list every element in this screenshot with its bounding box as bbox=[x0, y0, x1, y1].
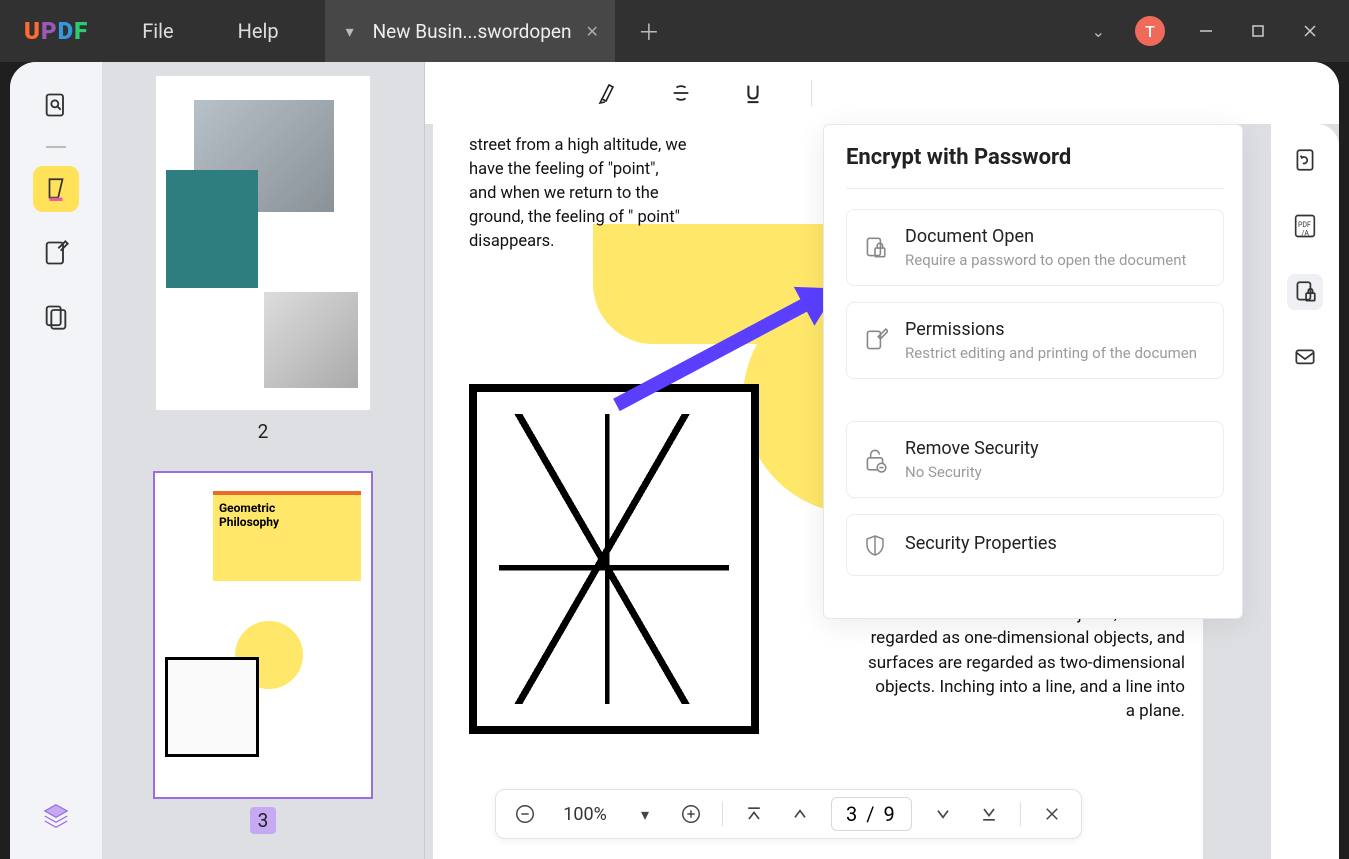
separator bbox=[46, 146, 66, 148]
remove-security-title: Remove Security bbox=[905, 438, 1039, 459]
remove-security-option[interactable]: Remove Security No Security bbox=[846, 421, 1224, 498]
last-page-button[interactable] bbox=[974, 799, 1004, 829]
thumbnail-label-2: 2 bbox=[130, 420, 396, 443]
document-open-title: Document Open bbox=[905, 226, 1186, 247]
user-avatar[interactable]: T bbox=[1135, 16, 1165, 46]
window-close-button[interactable] bbox=[1299, 20, 1321, 42]
encrypt-panel-title: Encrypt with Password bbox=[846, 145, 1224, 189]
security-properties-title: Security Properties bbox=[905, 533, 1057, 554]
encrypt-panel: Encrypt with Password Document Open Requ… bbox=[823, 124, 1243, 619]
shield-icon bbox=[861, 531, 889, 559]
thumbnail-panel[interactable]: 2 Geometric Philosophy 3 bbox=[102, 62, 424, 859]
lock-document-icon bbox=[861, 234, 889, 262]
zoom-out-button[interactable] bbox=[510, 799, 540, 829]
window-maximize-button[interactable] bbox=[1247, 20, 1269, 42]
protect-icon[interactable] bbox=[1287, 274, 1323, 310]
zoom-dropdown-icon[interactable]: ▾ bbox=[630, 799, 660, 829]
permissions-icon bbox=[861, 327, 889, 355]
remove-security-desc: No Security bbox=[905, 463, 1039, 481]
security-properties-option[interactable]: Security Properties bbox=[846, 514, 1224, 576]
new-tab-button[interactable]: ＋ bbox=[629, 15, 669, 47]
document-open-option[interactable]: Document Open Require a password to open… bbox=[846, 209, 1224, 286]
thumbnail-page-2[interactable] bbox=[156, 76, 370, 410]
app-menu-dropdown-icon[interactable]: ⌄ bbox=[1092, 22, 1105, 41]
tab-title: New Busin...swordopen bbox=[373, 20, 572, 43]
thumbnail-label-3: 3 bbox=[130, 809, 396, 832]
thumb3-title: Geometric Philosophy bbox=[219, 501, 279, 529]
next-page-button[interactable] bbox=[928, 799, 958, 829]
svg-text:PDF: PDF bbox=[1298, 221, 1311, 229]
menu-file[interactable]: File bbox=[142, 19, 173, 43]
thumbnail-page-3[interactable]: Geometric Philosophy bbox=[153, 471, 373, 799]
annotation-toolbar bbox=[425, 62, 1339, 124]
left-toolbar bbox=[10, 62, 102, 859]
menu-help[interactable]: Help bbox=[238, 19, 279, 43]
convert-icon[interactable] bbox=[1287, 142, 1323, 178]
page-nav-bar: 100% ▾ 3 / 9 bbox=[495, 789, 1082, 839]
right-toolbar: PDF/A bbox=[1271, 124, 1339, 859]
permissions-title: Permissions bbox=[905, 319, 1197, 340]
comment-tool[interactable] bbox=[33, 166, 79, 212]
first-page-button[interactable] bbox=[739, 799, 769, 829]
page-tool[interactable] bbox=[33, 294, 79, 340]
unlock-icon bbox=[861, 446, 889, 474]
highlighter-icon[interactable] bbox=[595, 79, 623, 107]
svg-text:/A: /A bbox=[1302, 229, 1310, 237]
permissions-option[interactable]: Permissions Restrict editing and printin… bbox=[846, 302, 1224, 379]
layers-button[interactable] bbox=[33, 793, 79, 839]
prev-page-button[interactable] bbox=[785, 799, 815, 829]
page-text-left: street from a high altitude, we have the… bbox=[469, 134, 689, 254]
titlebar: UPDF File Help ▾ New Busin...swordopen ✕… bbox=[0, 0, 1349, 62]
toolbar-separator bbox=[811, 80, 812, 106]
edit-tool[interactable] bbox=[33, 230, 79, 276]
page-indicator[interactable]: 3 / 9 bbox=[831, 797, 912, 831]
zoom-in-button[interactable] bbox=[676, 799, 706, 829]
app-logo: UPDF bbox=[24, 17, 88, 45]
window-minimize-button[interactable] bbox=[1195, 20, 1217, 42]
tab-close-icon[interactable]: ✕ bbox=[585, 22, 598, 41]
reader-tool[interactable] bbox=[33, 82, 79, 128]
zoom-level: 100% bbox=[556, 804, 614, 825]
share-icon[interactable] bbox=[1287, 340, 1323, 376]
underline-icon[interactable] bbox=[739, 79, 767, 107]
tab-dropdown-icon[interactable]: ▾ bbox=[341, 22, 359, 40]
pdfa-icon[interactable]: PDF/A bbox=[1287, 208, 1323, 244]
workspace: 2 Geometric Philosophy 3 street from a h… bbox=[10, 62, 1339, 859]
document-tab[interactable]: ▾ New Busin...swordopen ✕ bbox=[325, 0, 615, 62]
close-navbar-button[interactable] bbox=[1037, 799, 1067, 829]
strikethrough-icon[interactable] bbox=[667, 79, 695, 107]
page-image-main bbox=[469, 384, 759, 734]
permissions-desc: Restrict editing and printing of the doc… bbox=[905, 344, 1197, 362]
document-open-desc: Require a password to open the document bbox=[905, 251, 1186, 269]
